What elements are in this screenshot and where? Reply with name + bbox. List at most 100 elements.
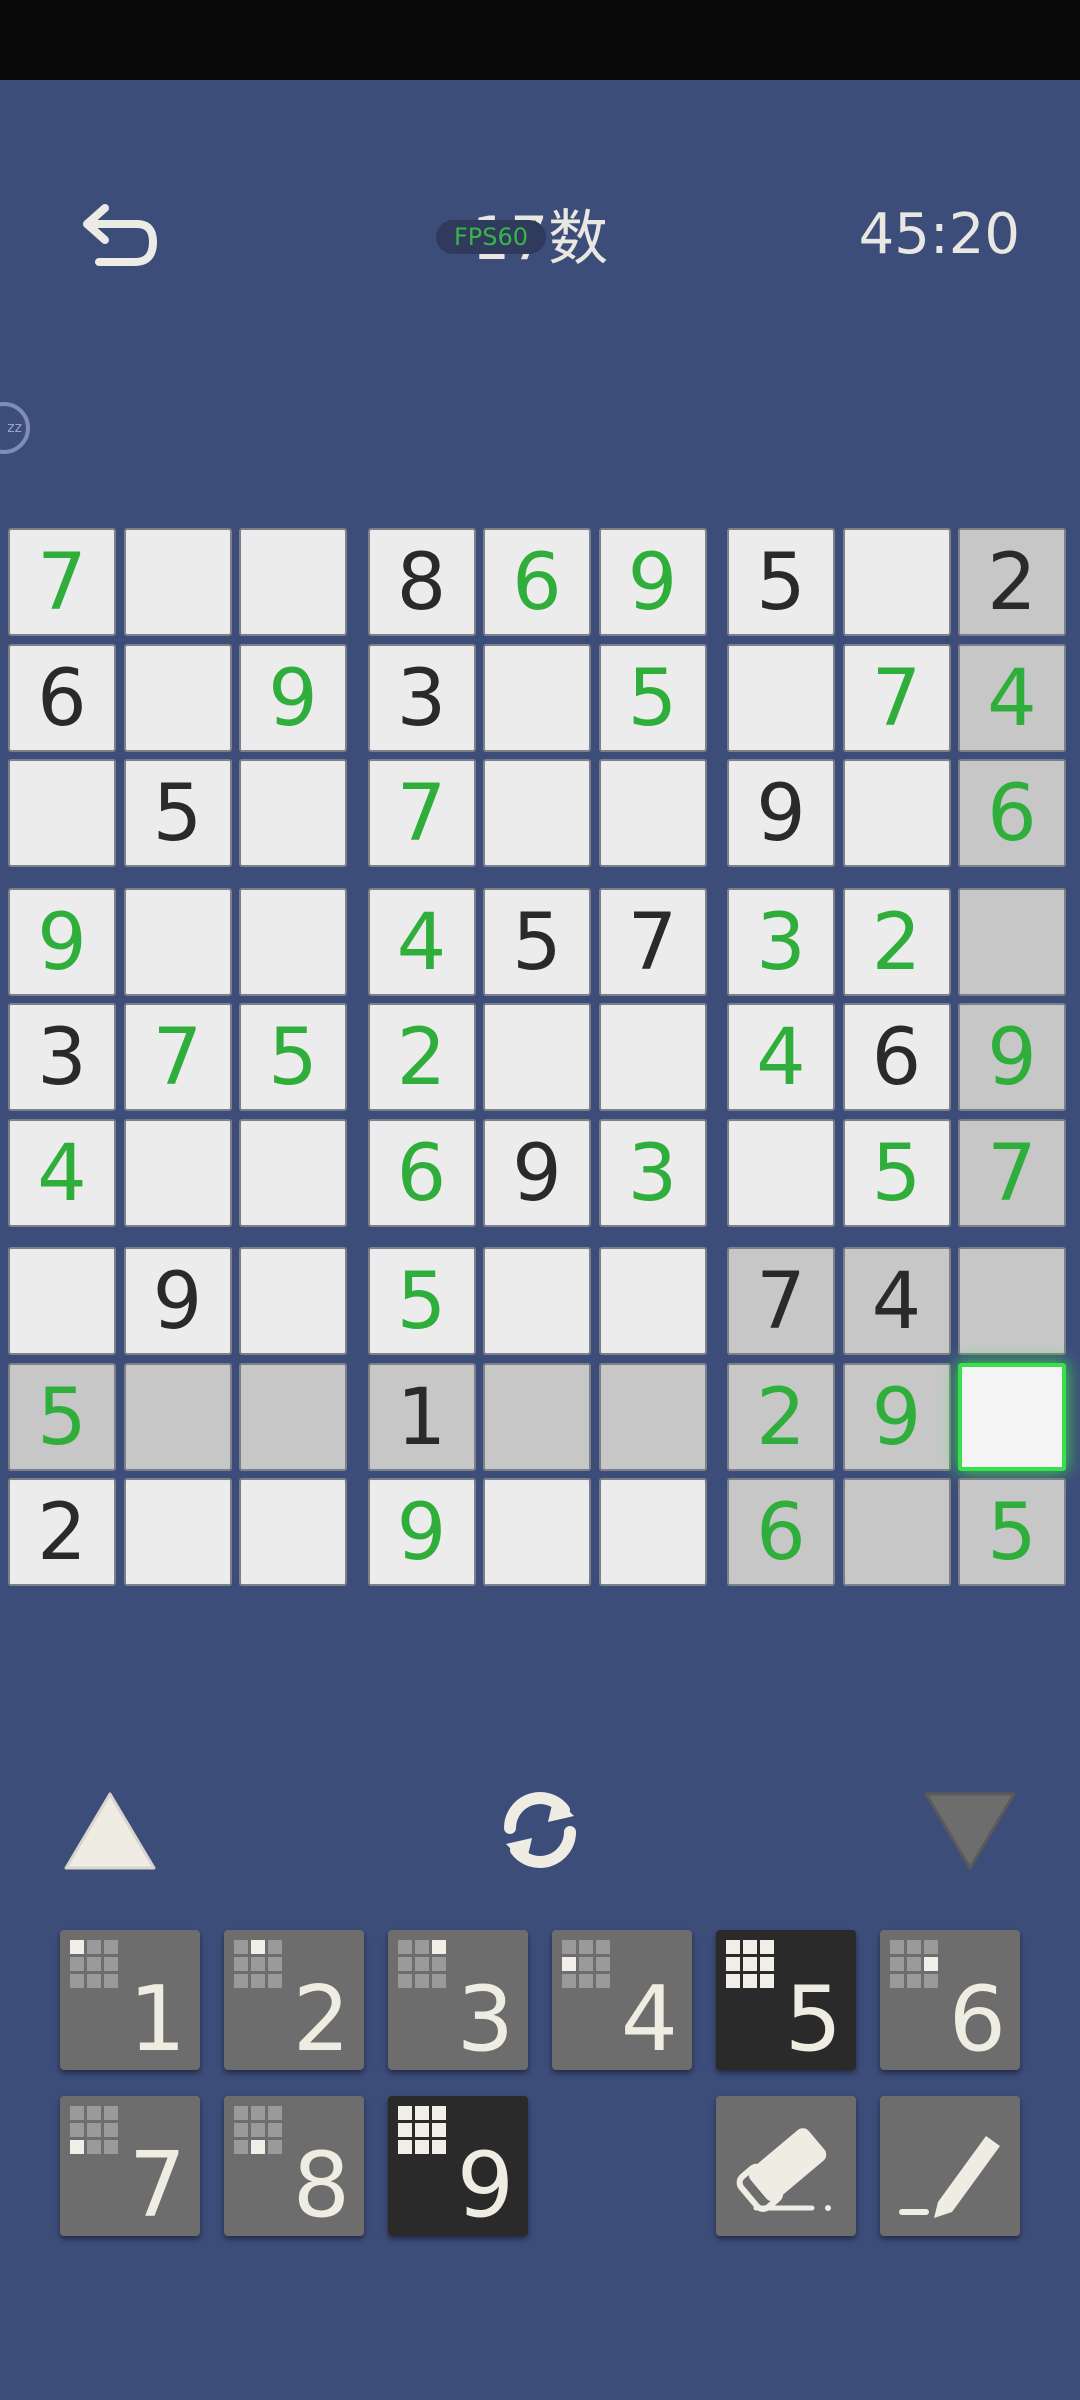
sudoku-cell-r3c2[interactable]: 5: [123, 759, 232, 867]
sudoku-cell-r2c7[interactable]: [727, 643, 835, 752]
sudoku-cell-r1c3[interactable]: [239, 528, 347, 636]
number-button-8[interactable]: 8: [224, 2096, 364, 2236]
sudoku-cell-r7c2[interactable]: 9: [123, 1247, 232, 1355]
sudoku-cell-r3c5[interactable]: [483, 759, 591, 867]
sudoku-cell-r8c4[interactable]: 1: [367, 1362, 476, 1471]
eraser-icon: [736, 2128, 831, 2212]
sudoku-cell-r8c1[interactable]: 5: [8, 1362, 116, 1471]
sudoku-cell-r8c2[interactable]: [123, 1362, 232, 1471]
sudoku-cell-r1c4[interactable]: 8: [367, 528, 476, 636]
sudoku-cell-r7c1[interactable]: [8, 1247, 116, 1355]
eraser-button[interactable]: [716, 2096, 856, 2236]
sudoku-cell-r3c7[interactable]: 9: [727, 759, 835, 867]
sudoku-cell-r4c1[interactable]: 9: [8, 887, 116, 996]
number-button-9[interactable]: 9: [388, 2096, 528, 2236]
sudoku-cell-r1c8[interactable]: [842, 528, 951, 636]
sudoku-cell-r9c9[interactable]: 5: [958, 1478, 1066, 1586]
sudoku-cell-r9c1[interactable]: 2: [8, 1478, 116, 1586]
sudoku-cell-r4c9[interactable]: [958, 887, 1066, 996]
pencil-button[interactable]: [880, 2096, 1020, 2236]
sudoku-cell-r9c6[interactable]: [598, 1478, 707, 1586]
sudoku-cell-r2c8[interactable]: 7: [842, 643, 951, 752]
sudoku-cell-r5c7[interactable]: 4: [727, 1003, 835, 1111]
sudoku-cell-r5c4[interactable]: 2: [367, 1003, 476, 1111]
sudoku-cell-r9c3[interactable]: [239, 1478, 347, 1586]
sudoku-cell-r2c1[interactable]: 6: [8, 643, 116, 752]
number-button-digit: 6: [948, 1967, 1006, 2072]
number-button-4[interactable]: 4: [552, 1930, 692, 2070]
scroll-down-button[interactable]: [920, 1788, 1020, 1874]
sudoku-cell-r9c2[interactable]: [123, 1478, 232, 1586]
sudoku-cell-r6c7[interactable]: [727, 1118, 835, 1227]
sudoku-cell-r7c5[interactable]: [483, 1247, 591, 1355]
sudoku-cell-r3c3[interactable]: [239, 759, 347, 867]
scroll-up-button[interactable]: [60, 1788, 160, 1874]
number-button-digit: 5: [784, 1967, 842, 2072]
sudoku-cell-r9c5[interactable]: [483, 1478, 591, 1586]
sudoku-cell-r6c8[interactable]: 5: [842, 1118, 951, 1227]
number-button-1[interactable]: 1: [60, 1930, 200, 2070]
sudoku-cell-r8c9[interactable]: [958, 1362, 1066, 1471]
sudoku-cell-r1c7[interactable]: 5: [727, 528, 835, 636]
sudoku-cell-r4c3[interactable]: [239, 887, 347, 996]
sudoku-cell-r2c4[interactable]: 3: [367, 643, 476, 752]
sudoku-cell-r5c1[interactable]: 3: [8, 1003, 116, 1111]
sudoku-cell-r4c2[interactable]: [123, 887, 232, 996]
number-button-3[interactable]: 3: [388, 1930, 528, 2070]
sudoku-cell-r5c8[interactable]: 6: [842, 1003, 951, 1111]
sudoku-cell-r3c8[interactable]: [842, 759, 951, 867]
sudoku-cell-r7c6[interactable]: [598, 1247, 707, 1355]
sudoku-cell-r7c3[interactable]: [239, 1247, 347, 1355]
number-button-5[interactable]: 5: [716, 1930, 856, 2070]
sudoku-cell-r2c9[interactable]: 4: [958, 643, 1066, 752]
sudoku-board: 7869526935745796945732375246946935795745…: [0, 0, 1080, 1600]
sudoku-cell-r1c5[interactable]: 6: [483, 528, 591, 636]
sudoku-cell-r4c4[interactable]: 4: [367, 887, 476, 996]
sudoku-cell-r3c4[interactable]: 7: [367, 759, 476, 867]
sudoku-cell-r6c9[interactable]: 7: [958, 1118, 1066, 1227]
number-button-6[interactable]: 6: [880, 1930, 1020, 2070]
sudoku-cell-r3c9[interactable]: 6: [958, 759, 1066, 867]
sudoku-cell-r7c4[interactable]: 5: [367, 1247, 476, 1355]
sudoku-cell-r8c5[interactable]: [483, 1362, 591, 1471]
sudoku-cell-r7c9[interactable]: [958, 1247, 1066, 1355]
sudoku-cell-r3c1[interactable]: [8, 759, 116, 867]
sudoku-cell-r1c9[interactable]: 2: [958, 528, 1066, 636]
sudoku-cell-r9c8[interactable]: [842, 1478, 951, 1586]
sudoku-cell-r2c2[interactable]: [123, 643, 232, 752]
sudoku-cell-r2c5[interactable]: [483, 643, 591, 752]
number-button-digit: 7: [128, 2133, 186, 2238]
sudoku-cell-r9c7[interactable]: 6: [727, 1478, 835, 1586]
sudoku-cell-r1c1[interactable]: 7: [8, 528, 116, 636]
sudoku-cell-r3c6[interactable]: [598, 759, 707, 867]
sudoku-cell-r9c4[interactable]: 9: [367, 1478, 476, 1586]
sudoku-cell-r6c6[interactable]: 3: [598, 1118, 707, 1227]
sudoku-cell-r4c8[interactable]: 2: [842, 887, 951, 996]
sudoku-cell-r6c3[interactable]: [239, 1118, 347, 1227]
sudoku-cell-r7c8[interactable]: 4: [842, 1247, 951, 1355]
sudoku-cell-r4c6[interactable]: 7: [598, 887, 707, 996]
sudoku-cell-r8c3[interactable]: [239, 1362, 347, 1471]
sudoku-cell-r8c6[interactable]: [598, 1362, 707, 1471]
sudoku-cell-r6c4[interactable]: 6: [367, 1118, 476, 1227]
refresh-button[interactable]: [488, 1782, 592, 1878]
sudoku-cell-r6c2[interactable]: [123, 1118, 232, 1227]
sudoku-cell-r1c6[interactable]: 9: [598, 528, 707, 636]
sudoku-cell-r1c2[interactable]: [123, 528, 232, 636]
sudoku-cell-r2c6[interactable]: 5: [598, 643, 707, 752]
sudoku-cell-r5c3[interactable]: 5: [239, 1003, 347, 1111]
sudoku-cell-r4c7[interactable]: 3: [727, 887, 835, 996]
number-button-2[interactable]: 2: [224, 1930, 364, 2070]
sudoku-cell-r5c5[interactable]: [483, 1003, 591, 1111]
sudoku-cell-r6c5[interactable]: 9: [483, 1118, 591, 1227]
sudoku-cell-r8c8[interactable]: 9: [842, 1362, 951, 1471]
sudoku-cell-r5c2[interactable]: 7: [123, 1003, 232, 1111]
sudoku-cell-r5c6[interactable]: [598, 1003, 707, 1111]
sudoku-cell-r8c7[interactable]: 2: [727, 1362, 835, 1471]
sudoku-cell-r4c5[interactable]: 5: [483, 887, 591, 996]
sudoku-cell-r7c7[interactable]: 7: [727, 1247, 835, 1355]
number-button-7[interactable]: 7: [60, 2096, 200, 2236]
sudoku-cell-r2c3[interactable]: 9: [239, 643, 347, 752]
sudoku-cell-r5c9[interactable]: 9: [958, 1003, 1066, 1111]
sudoku-cell-r6c1[interactable]: 4: [8, 1118, 116, 1227]
